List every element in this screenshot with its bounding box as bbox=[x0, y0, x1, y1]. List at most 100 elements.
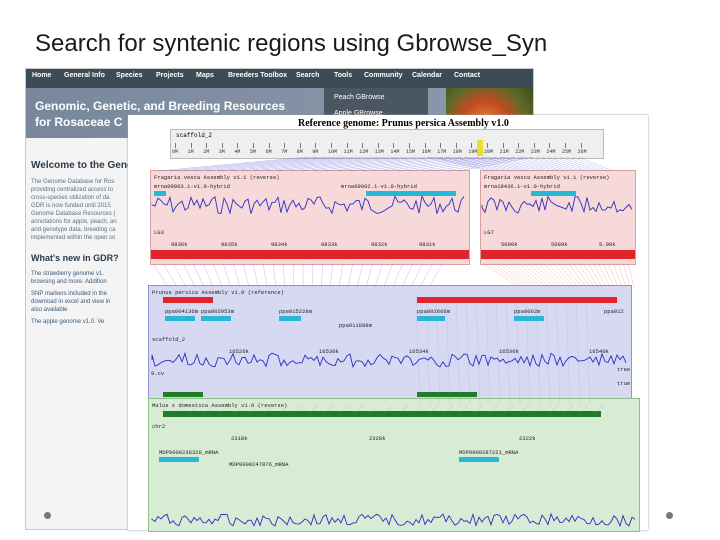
coord-label: 9835k bbox=[221, 241, 238, 248]
nav-projects[interactable]: Projects bbox=[156, 72, 184, 79]
gene-label: ppa011888m bbox=[339, 322, 373, 329]
gene-feature[interactable] bbox=[201, 316, 231, 321]
nav-contact[interactable]: Contact bbox=[454, 72, 480, 79]
nav-search[interactable]: Search bbox=[296, 72, 319, 79]
gbrowse-syn-panel: Reference genome: Prunus persica Assembl… bbox=[128, 115, 648, 532]
synteny-block-red[interactable] bbox=[417, 297, 617, 303]
ruler-tick bbox=[221, 143, 223, 148]
ruler-tick-label: 22M bbox=[515, 149, 525, 155]
coord-label: 9831k bbox=[419, 241, 436, 248]
nav-tools[interactable]: Tools bbox=[334, 72, 352, 79]
coord-label: 5089k bbox=[551, 241, 568, 248]
gene-label: ppa0062m bbox=[514, 308, 541, 315]
intro-text: annotations for apple, peach, an bbox=[31, 219, 117, 225]
gene-feature[interactable] bbox=[417, 316, 445, 321]
ruler-tick-label: 24M bbox=[546, 149, 556, 155]
gene-label: MDP0000287221_mRNA bbox=[459, 449, 519, 456]
coord-label: 9834k bbox=[271, 241, 288, 248]
nav-maps[interactable]: Maps bbox=[196, 72, 214, 79]
nav-home[interactable]: Home bbox=[32, 72, 51, 79]
ruler-tick bbox=[502, 143, 504, 148]
intro-text: cross-species utilization of da bbox=[31, 195, 110, 201]
ruler-tick bbox=[253, 143, 254, 148]
gene-feature[interactable] bbox=[159, 457, 199, 462]
ruler-tick bbox=[175, 143, 176, 148]
intro-text: and genotype data, breeding ca bbox=[31, 227, 116, 233]
overview-ruler[interactable]: scaffold_2 0M 1M 2M 3M 4M 5M 6M 7M 8M 9M 10M 11M 12M… bbox=[170, 129, 604, 159]
ruler-tick-label: 6M bbox=[265, 149, 272, 155]
chrom-label: LG7 bbox=[484, 229, 494, 236]
ruler-tick bbox=[237, 143, 239, 148]
ruler-tick bbox=[331, 143, 332, 148]
slide-bullet-dot bbox=[666, 512, 673, 519]
coord-label: 16534k bbox=[409, 348, 429, 355]
ruler-tick bbox=[206, 143, 208, 148]
gene-label: ppa004136m bbox=[165, 308, 199, 315]
chrom-label: chr2 bbox=[152, 423, 166, 430]
ruler-tick bbox=[409, 143, 410, 148]
ruler-tick-label: 13M bbox=[374, 149, 384, 155]
news-item[interactable]: The apple genome v1.0. Ve bbox=[31, 319, 104, 325]
nav-breeders-toolbox[interactable]: Breeders Toolbox bbox=[228, 72, 287, 79]
ruler-tick bbox=[533, 143, 535, 148]
news-item[interactable]: The strawberry genome v1. bbox=[31, 271, 104, 277]
side-label: true bbox=[617, 380, 631, 387]
prunus-reference-track[interactable]: Prunus persica Assembly v1.0 (reference)… bbox=[148, 285, 632, 407]
gene-feature[interactable] bbox=[459, 457, 499, 462]
news-item[interactable]: SNP markers included in the bbox=[31, 291, 107, 297]
ruler-scaffold-label: scaffold_2 bbox=[176, 132, 213, 139]
gene-label: ppa012 bbox=[604, 308, 624, 315]
nav-community[interactable]: Community bbox=[364, 72, 403, 79]
gene-label: mrna19436.1-v1.0-hybrid bbox=[484, 183, 560, 190]
gene-label: MDP0000236328_mRNA bbox=[159, 449, 219, 456]
gene-feature[interactable] bbox=[531, 191, 576, 196]
ruler-tick-label: 14M bbox=[390, 149, 400, 155]
ruler-tick bbox=[440, 143, 442, 148]
ruler-tick bbox=[518, 143, 520, 148]
side-label: tree bbox=[617, 366, 631, 373]
menu-item-peach-gbrowse[interactable]: Peach GBrowse bbox=[334, 94, 385, 101]
ruler-tick bbox=[549, 143, 551, 148]
ruler-tick bbox=[346, 143, 348, 148]
coord-label: 16536k bbox=[499, 348, 519, 355]
track-label: Fragaria vesca Assembly v1.1 (reverse) bbox=[484, 174, 610, 181]
gene-feature[interactable] bbox=[514, 316, 544, 321]
fragaria-lg3-track[interactable]: Fragaria vesca Assembly v1.1 (reverse) m… bbox=[150, 170, 470, 265]
nav-calendar[interactable]: Calendar bbox=[412, 72, 442, 79]
ruler-tick-label: 10M bbox=[328, 149, 338, 155]
gene-feature[interactable] bbox=[279, 316, 301, 321]
ruler-tick-label: 2M bbox=[203, 149, 210, 155]
fragaria-lg7-track[interactable]: Fragaria vesca Assembly v1.1 (reverse) m… bbox=[480, 170, 636, 265]
chrom-label: LG3 bbox=[154, 229, 164, 236]
ruler-tick-label: 5M bbox=[250, 149, 257, 155]
ruler-tick-label: 21M bbox=[499, 149, 509, 155]
nav-general-info[interactable]: General Info bbox=[64, 72, 105, 79]
coord-label: 2320k bbox=[369, 435, 386, 442]
current-region-marker bbox=[477, 140, 483, 156]
coord-label: 2318k bbox=[231, 435, 248, 442]
ruler-tick-label: 0M bbox=[172, 149, 179, 155]
synteny-block-red[interactable] bbox=[151, 250, 469, 259]
synteny-block-green[interactable] bbox=[163, 411, 601, 417]
synteny-block-red[interactable] bbox=[481, 250, 635, 259]
ruler-tick bbox=[565, 143, 566, 148]
gene-label: ppa002666m bbox=[417, 308, 451, 315]
coord-label: 5.08k bbox=[599, 241, 616, 248]
ruler-tick-label: 25M bbox=[562, 149, 572, 155]
ruler-tick bbox=[284, 143, 286, 148]
ruler-tick-label: 12M bbox=[359, 149, 369, 155]
ruler-tick bbox=[362, 143, 364, 148]
gene-feature[interactable] bbox=[366, 191, 456, 196]
malus-chr2-track[interactable]: Malus x domestica Assembly v1.0 (reverse… bbox=[148, 398, 640, 532]
intro-text: Genome Database Resources ( bbox=[31, 211, 116, 217]
intro-text: implemented within the open so bbox=[31, 235, 116, 241]
ruler-tick bbox=[299, 143, 301, 148]
nav-species[interactable]: Species bbox=[116, 72, 142, 79]
coord-label: 16526k bbox=[229, 348, 249, 355]
gene-feature[interactable] bbox=[154, 191, 166, 196]
synteny-block-green[interactable] bbox=[417, 392, 477, 397]
gene-feature[interactable] bbox=[165, 316, 195, 321]
synteny-block-red[interactable] bbox=[163, 297, 213, 303]
synteny-block-green[interactable] bbox=[163, 392, 203, 397]
ruler-tick-label: 8M bbox=[296, 149, 303, 155]
